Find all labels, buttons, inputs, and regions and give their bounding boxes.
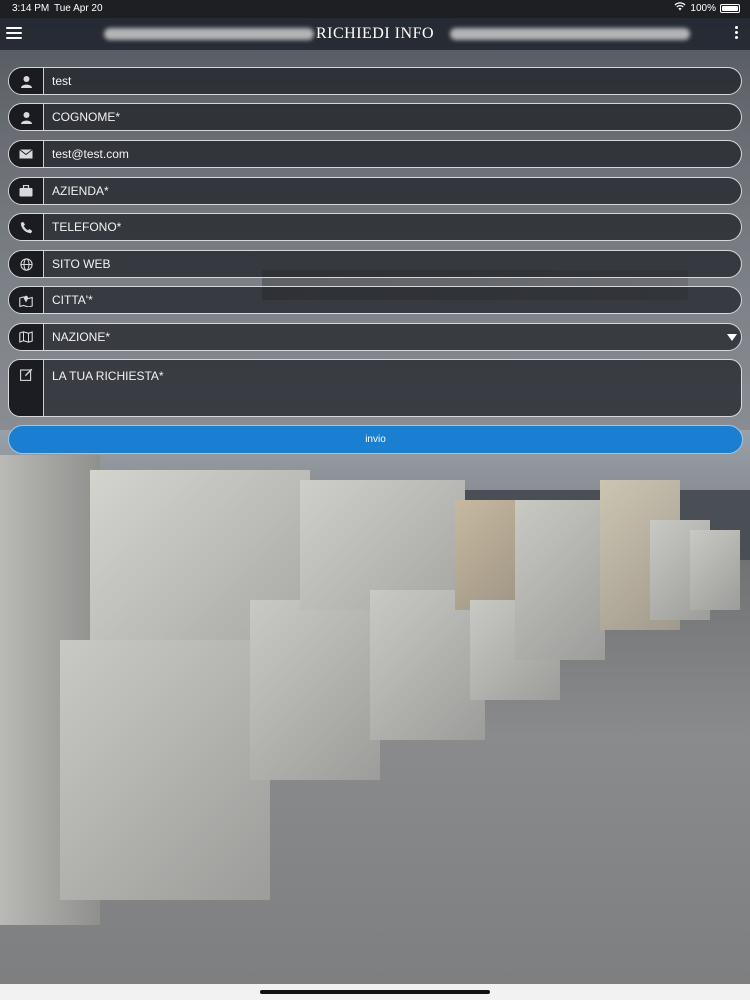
battery-percent: 100% (690, 2, 716, 14)
website-placeholder: SITO WEB (52, 257, 111, 271)
edit-icon (9, 360, 44, 416)
city-placeholder: CITTA'* (52, 293, 93, 307)
country-placeholder: NAZIONE* (52, 330, 111, 344)
person-icon (9, 68, 44, 94)
wifi-icon (674, 2, 686, 14)
phone-icon (9, 214, 44, 240)
more-vertical-icon[interactable] (735, 26, 739, 42)
briefcase-icon (9, 178, 44, 204)
status-time: 3:14 PM (12, 3, 50, 14)
status-date: Tue Apr 20 (54, 3, 103, 14)
email-field[interactable]: test@test.com (8, 140, 742, 168)
chevron-down-icon[interactable] (727, 334, 737, 341)
email-value: test@test.com (52, 147, 129, 161)
globe-icon (9, 251, 44, 277)
first-name-value: test (52, 74, 72, 88)
company-placeholder: AZIENDA* (52, 184, 109, 198)
person-icon (9, 104, 44, 130)
first-name-field[interactable]: test (8, 67, 742, 95)
status-bar: 3:14 PM Tue Apr 20 100% (0, 0, 750, 18)
phone-placeholder: TELEFONO* (52, 220, 122, 234)
home-indicator[interactable] (260, 990, 490, 994)
page-title: RICHIEDI INFO (315, 25, 435, 42)
battery-icon (720, 3, 740, 13)
city-field[interactable]: CITTA'* (8, 286, 742, 314)
surname-placeholder: COGNOME* (52, 110, 121, 124)
phone-field[interactable]: TELEFONO* (8, 213, 742, 241)
request-textarea[interactable]: LA TUA RICHIESTA* (8, 359, 742, 417)
envelope-icon (9, 141, 44, 167)
country-select[interactable]: NAZIONE* (8, 323, 742, 351)
submit-button[interactable]: invio (8, 425, 743, 454)
company-field[interactable]: AZIENDA* (8, 177, 742, 205)
map-icon (9, 324, 44, 350)
map-pin-icon (9, 287, 44, 313)
request-placeholder: LA TUA RICHIESTA* (52, 369, 164, 383)
website-field[interactable]: SITO WEB (8, 250, 742, 278)
surname-field[interactable]: COGNOME* (8, 103, 742, 131)
nav-bar: RICHIEDI INFO (0, 18, 750, 50)
